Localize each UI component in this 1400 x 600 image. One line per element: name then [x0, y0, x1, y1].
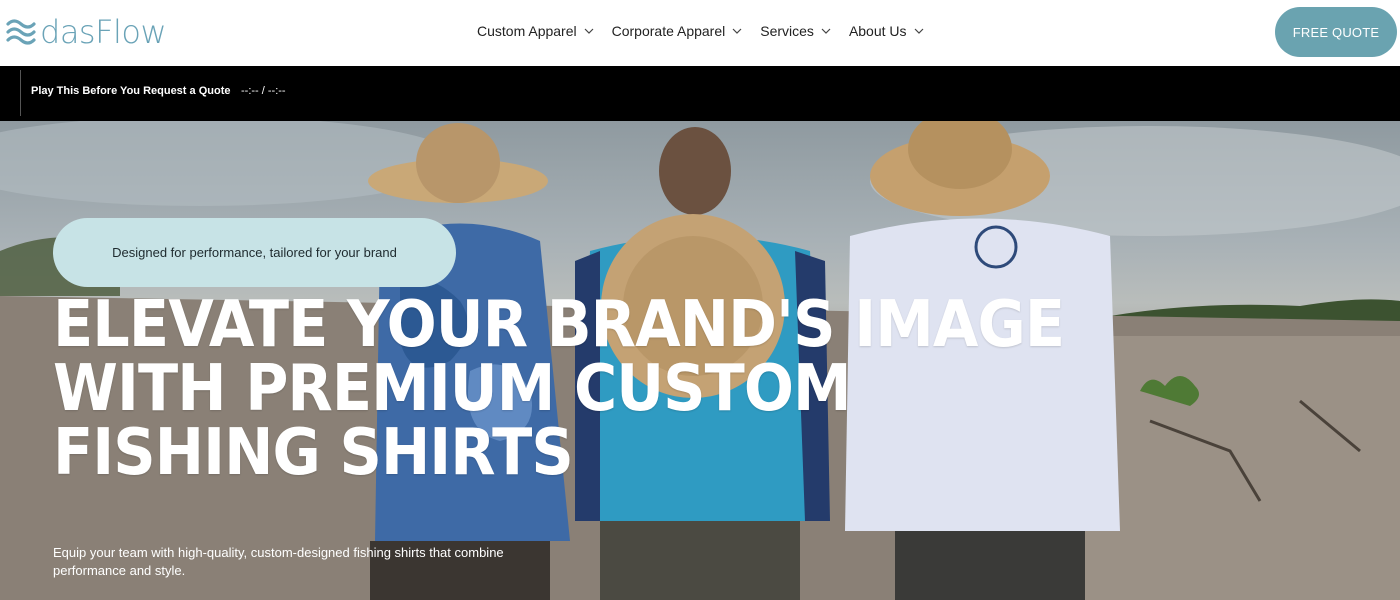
nav-label: About Us: [848, 23, 907, 39]
audio-time: --:-- / --:--: [241, 85, 286, 97]
nav-item-custom-apparel[interactable]: Custom Apparel: [477, 20, 594, 42]
hero-subtext: Equip your team with high-quality, custo…: [53, 545, 504, 578]
nav-label: Services: [760, 23, 814, 39]
audio-divider: [20, 70, 21, 116]
headline-line: WITH PREMIUM CUSTOM: [53, 352, 852, 426]
main-nav: Custom Apparel Corporate Apparel Service…: [477, 20, 942, 42]
chevron-down-icon: [732, 28, 742, 34]
hero-headline: ELEVATE YOUR BRAND'S IMAGE WITH PREMIUM …: [53, 288, 1065, 490]
nav-item-services[interactable]: Services: [760, 20, 831, 42]
logo-text: dasFlow: [40, 13, 167, 51]
nav-label: Custom Apparel: [477, 23, 577, 39]
site-header: dasFlow Custom Apparel Corporate Apparel…: [0, 0, 1400, 66]
brand-logo[interactable]: dasFlow: [6, 12, 167, 52]
chevron-down-icon: [821, 28, 831, 34]
audio-title: Play This Before You Request a Quote: [31, 85, 231, 97]
free-quote-button[interactable]: FREE QUOTE: [1275, 7, 1397, 57]
nav-item-corporate-apparel[interactable]: Corporate Apparel: [612, 20, 743, 42]
headline-line: FISHING SHIRTS: [53, 416, 574, 490]
nav-item-about-us[interactable]: About Us: [849, 20, 924, 42]
chevron-down-icon: [914, 28, 923, 34]
hero-section: Designed for performance, tailored for y…: [0, 121, 1400, 600]
audio-player[interactable]: Play This Before You Request a Quote --:…: [0, 66, 1400, 121]
nav-label: Corporate Apparel: [611, 23, 726, 39]
wave-logo-icon: [6, 19, 36, 45]
tagline-pill: Designed for performance, tailored for y…: [53, 218, 456, 287]
chevron-down-icon: [584, 28, 594, 34]
headline-line: ELEVATE YOUR BRAND'S IMAGE: [53, 288, 1065, 362]
